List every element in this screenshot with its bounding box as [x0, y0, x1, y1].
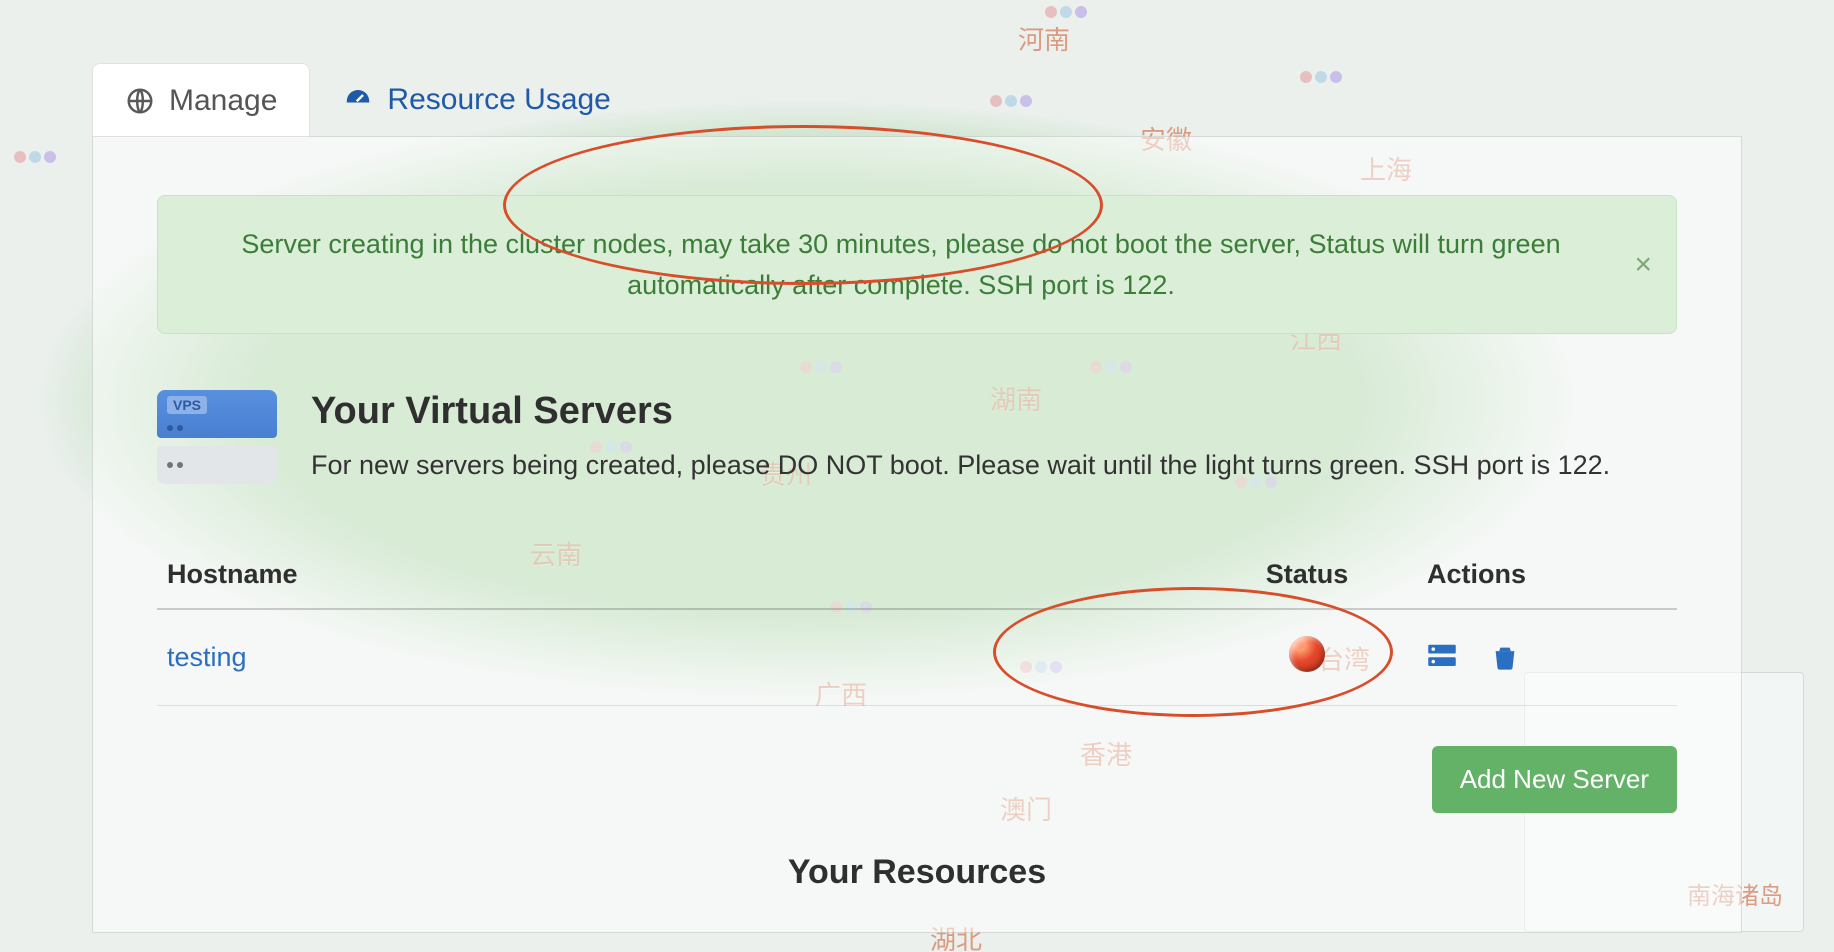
alert-message: Server creating in the cluster nodes, ma… — [241, 229, 1560, 300]
servers-table: Hostname Status Actions testing — [157, 541, 1677, 706]
col-header-status: Status — [1197, 541, 1417, 609]
tab-manage[interactable]: Manage — [92, 63, 310, 137]
status-indicator-red — [1289, 636, 1325, 672]
delete-server-icon[interactable] — [1491, 643, 1521, 671]
col-header-hostname: Hostname — [157, 541, 1197, 609]
vps-server-icon — [157, 390, 277, 484]
your-resources-heading: Your Resources — [157, 853, 1677, 892]
manage-panel: Server creating in the cluster nodes, ma… — [92, 136, 1742, 933]
globe-icon — [125, 86, 155, 116]
col-header-actions: Actions — [1417, 541, 1677, 609]
tab-manage-label: Manage — [169, 86, 277, 116]
section-subtitle: For new servers being created, please DO… — [311, 447, 1610, 485]
table-row: testing — [157, 609, 1677, 706]
manage-server-icon[interactable] — [1427, 643, 1457, 671]
tab-resource-usage-label: Resource Usage — [387, 85, 610, 115]
add-new-server-button[interactable]: Add New Server — [1432, 746, 1677, 813]
alert-close-button[interactable]: × — [1634, 250, 1652, 280]
hostname-link[interactable]: testing — [167, 642, 247, 672]
tab-bar: Manage Resource Usage — [0, 62, 1834, 136]
section-title: Your Virtual Servers — [311, 390, 1610, 433]
close-icon: × — [1634, 248, 1652, 281]
tab-resource-usage[interactable]: Resource Usage — [310, 62, 643, 136]
dashboard-icon — [343, 85, 373, 115]
alert-banner: Server creating in the cluster nodes, ma… — [157, 195, 1677, 334]
